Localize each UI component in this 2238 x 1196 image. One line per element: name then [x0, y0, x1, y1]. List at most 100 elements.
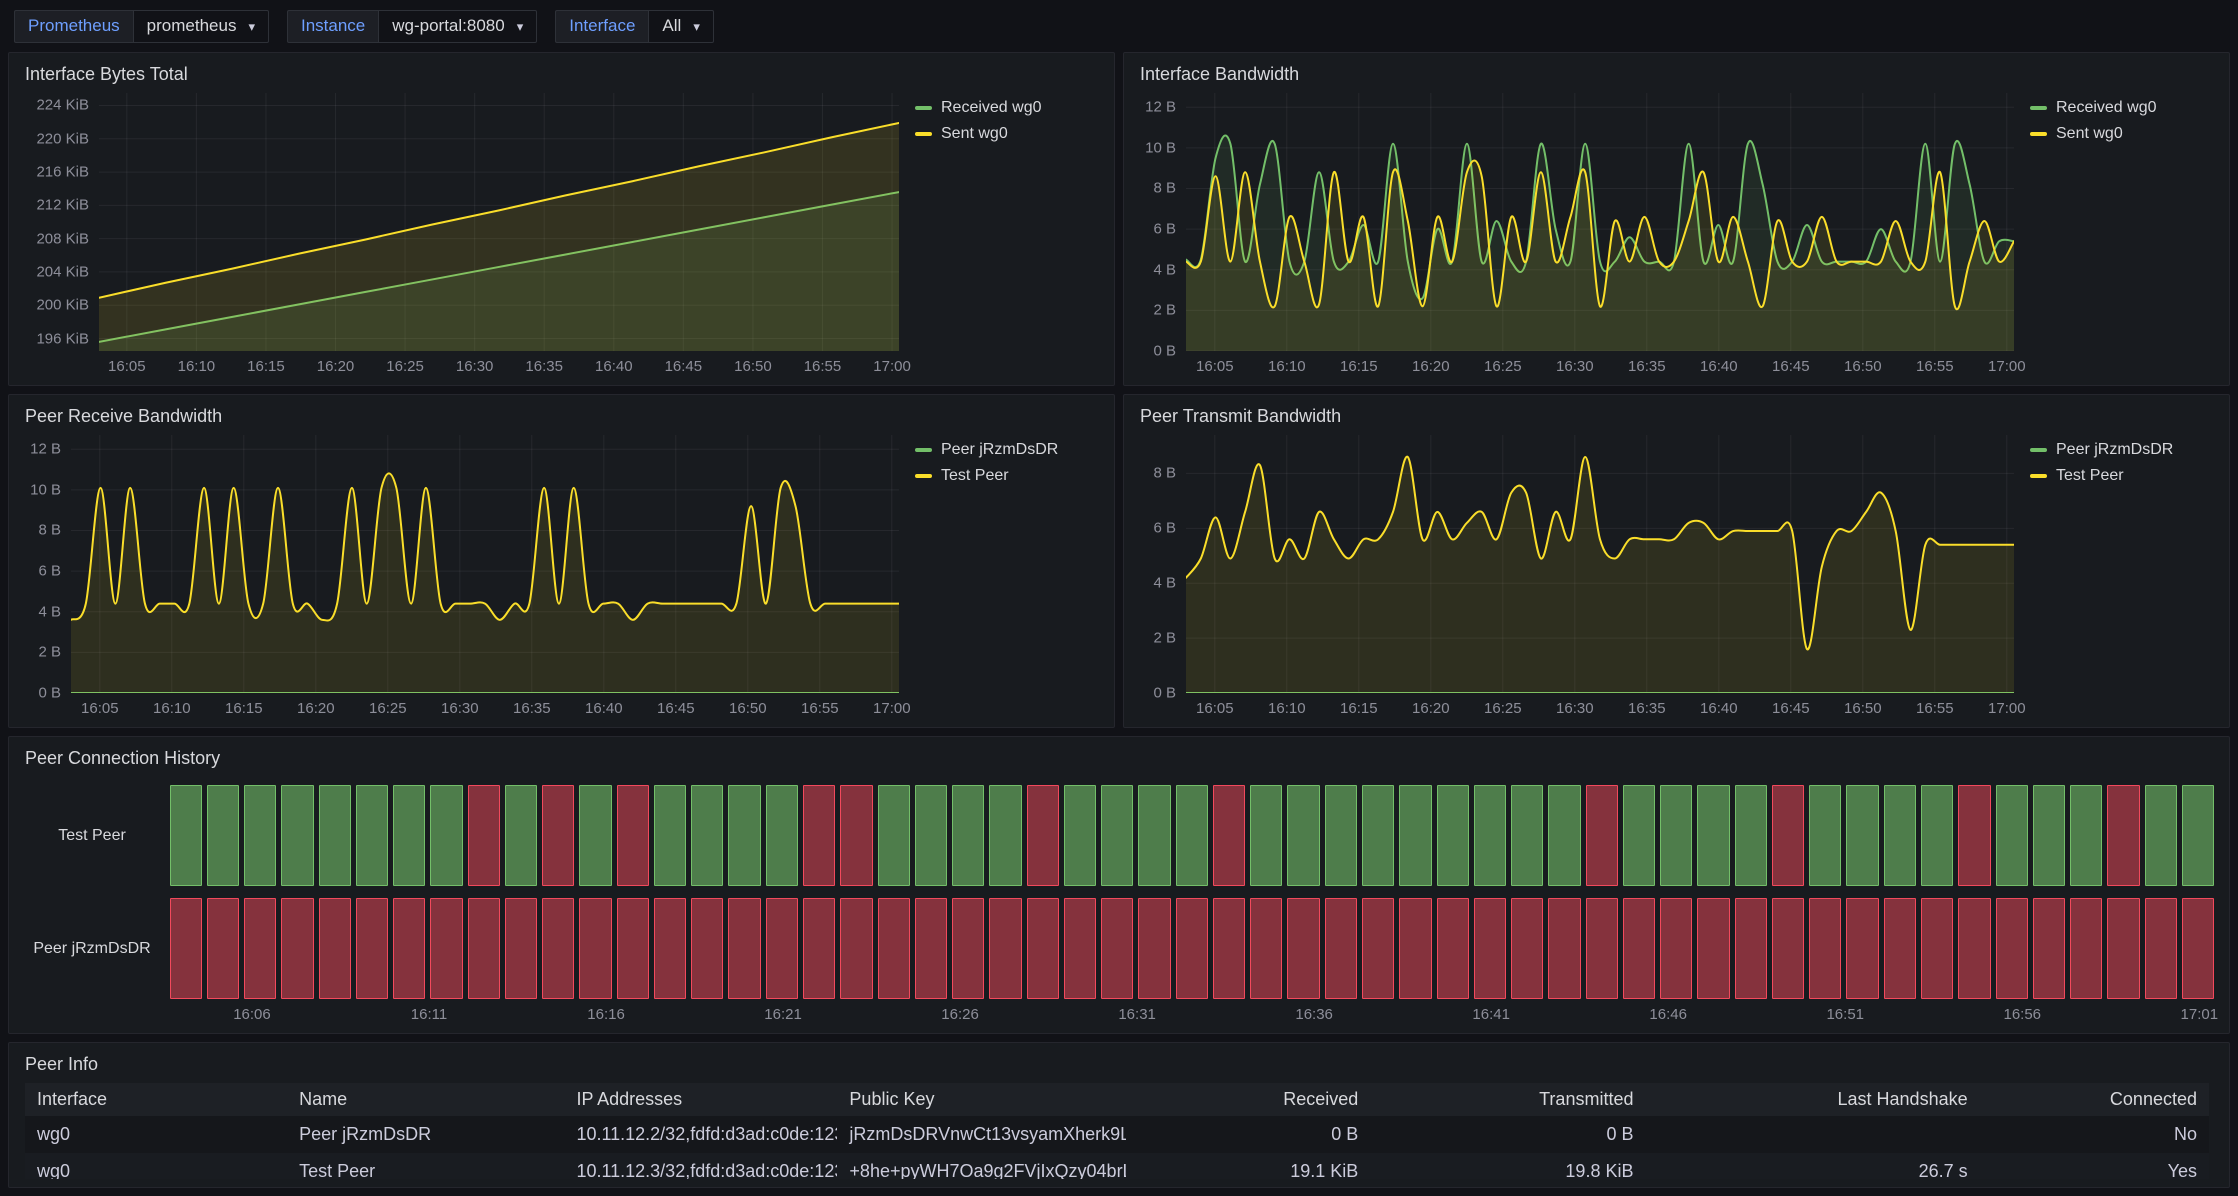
var-select-prometheus[interactable]: prometheus ▾ — [133, 10, 269, 43]
state-bar-connected — [393, 785, 425, 886]
state-bar-disconnected — [840, 785, 872, 886]
x-tick-label: 16:50 — [729, 700, 767, 717]
table-row: wg0Test Peer10.11.12.3/32,fdfd:d3ad:c0de… — [25, 1153, 2209, 1179]
column-header[interactable]: Public Key — [837, 1083, 1125, 1116]
x-tick-label: 16:15 — [225, 700, 263, 717]
x-tick-label: 16:31 — [1118, 1006, 1156, 1023]
series-area — [71, 473, 899, 693]
state-bar-disconnected — [505, 898, 537, 999]
x-axis: 16:0516:1016:1516:2016:2516:3016:3516:40… — [71, 693, 899, 719]
state-bar-connected — [1399, 785, 1431, 886]
state-bar-connected — [766, 785, 798, 886]
timeline-row: Test Peer — [17, 785, 2217, 886]
state-bar-disconnected — [207, 898, 239, 999]
var-select-instance[interactable]: wg-portal:8080 ▾ — [378, 10, 537, 43]
chevron-down-icon: ▾ — [248, 20, 255, 33]
series-area — [99, 123, 899, 351]
column-header[interactable]: Name — [287, 1083, 564, 1116]
chart-plot-wrap: 8 B6 B4 B2 B0 B — [1132, 435, 2014, 693]
x-axis: 16:0516:1016:1516:2016:2516:3016:3516:40… — [1186, 693, 2014, 719]
state-bar-disconnected — [1921, 898, 1953, 999]
panel-title[interactable]: Peer Transmit Bandwidth — [1124, 395, 2229, 433]
legend-item[interactable]: Sent wg0 — [2030, 123, 2123, 145]
state-bar-connected — [281, 785, 313, 886]
state-bar-disconnected — [244, 898, 276, 999]
chart-legend: Peer jRzmDsDR Test Peer — [2014, 435, 2217, 719]
x-tick-label: 16:05 — [81, 700, 119, 717]
state-bar-disconnected — [1213, 785, 1245, 886]
legend-item[interactable]: Sent wg0 — [915, 123, 1008, 145]
legend-item[interactable]: Test Peer — [915, 465, 1009, 487]
table-cell: 0 B — [1370, 1116, 1645, 1153]
x-axis: 16:0516:1016:1516:2016:2516:3016:3516:40… — [1186, 351, 2014, 377]
state-bar-disconnected — [1474, 898, 1506, 999]
y-tick-label: 220 KiB — [36, 130, 89, 147]
var-label-instance: Instance — [287, 10, 378, 43]
timeline-body: Test PeerPeer jRzmDsDR16:0616:1116:1616:… — [17, 777, 2217, 1025]
var-group-prometheus: Prometheus prometheus ▾ — [14, 10, 269, 43]
legend-item[interactable]: Received wg0 — [915, 97, 1042, 119]
state-bar-disconnected — [1325, 898, 1357, 999]
y-tick-label: 2 B — [1153, 302, 1176, 319]
chevron-down-icon: ▾ — [517, 20, 524, 33]
grafana-dashboard: Prometheus prometheus ▾ Instance wg-port… — [0, 0, 2238, 1196]
legend-series-marker — [2030, 448, 2047, 452]
var-value-text: prometheus — [147, 16, 237, 36]
column-header[interactable]: Received — [1126, 1083, 1371, 1116]
x-tick-label: 16:26 — [941, 1006, 979, 1023]
y-axis: 12 B10 B8 B6 B4 B2 B0 B — [17, 435, 71, 693]
legend-item[interactable]: Peer jRzmDsDR — [2030, 439, 2173, 461]
state-bar-disconnected — [2107, 898, 2139, 999]
state-bar-connected — [1325, 785, 1357, 886]
state-bar-connected — [952, 785, 984, 886]
panel-title[interactable]: Peer Connection History — [9, 737, 2229, 775]
state-bar-connected — [1362, 785, 1394, 886]
state-bar-disconnected — [1772, 785, 1804, 886]
state-bar-connected — [878, 785, 910, 886]
state-bar-connected — [579, 785, 611, 886]
timeline-rows: Test Peer Peer jRzmDsDR — [17, 777, 2217, 999]
x-tick-label: 17:01 — [2181, 1006, 2219, 1023]
column-header[interactable]: Last Handshake — [1645, 1083, 1979, 1116]
legend-series-marker — [2030, 132, 2047, 136]
state-bar-connected — [2182, 785, 2214, 886]
state-bar-connected — [170, 785, 202, 886]
legend-item[interactable]: Received wg0 — [2030, 97, 2157, 119]
x-tick-label: 16:51 — [1826, 1006, 1864, 1023]
state-bar-disconnected — [1623, 898, 1655, 999]
state-bar-connected — [989, 785, 1021, 886]
panel-title[interactable]: Peer Receive Bandwidth — [9, 395, 1114, 433]
chart-canvas — [71, 435, 899, 693]
y-tick-label: 204 KiB — [36, 263, 89, 280]
panel-peer-transmit-bandwidth: Peer Transmit Bandwidth 8 B6 B4 B2 B0 B1… — [1123, 394, 2230, 728]
state-bar-disconnected — [1362, 898, 1394, 999]
y-tick-label: 212 KiB — [36, 197, 89, 214]
state-bar-connected — [2145, 785, 2177, 886]
y-tick-label: 10 B — [30, 481, 61, 498]
legend-item[interactable]: Test Peer — [2030, 465, 2124, 487]
peer-info-table: InterfaceNameIP AddressesPublic KeyRecei… — [9, 1081, 2229, 1187]
panel-title[interactable]: Interface Bandwidth — [1124, 53, 2229, 91]
state-bar-disconnected — [430, 898, 462, 999]
panel-title[interactable]: Peer Info — [9, 1043, 2229, 1081]
column-header[interactable]: IP Addresses — [564, 1083, 837, 1116]
panel-title[interactable]: Interface Bytes Total — [9, 53, 1114, 91]
x-tick-label: 16:50 — [1844, 700, 1882, 717]
var-value-text: wg-portal:8080 — [392, 16, 504, 36]
state-bar-disconnected — [1660, 898, 1692, 999]
plot-area — [1186, 435, 2014, 693]
table-cell: 26.7 s — [1645, 1153, 1979, 1179]
column-header[interactable]: Transmitted — [1370, 1083, 1645, 1116]
state-bar-connected — [356, 785, 388, 886]
chart-main: 224 KiB220 KiB216 KiB212 KiB208 KiB204 K… — [17, 93, 899, 377]
column-header[interactable]: Connected — [1980, 1083, 2209, 1116]
var-select-interface[interactable]: All ▾ — [648, 10, 713, 43]
legend-item[interactable]: Peer jRzmDsDR — [915, 439, 1058, 461]
state-bar-disconnected — [1250, 898, 1282, 999]
table-cell: 10.11.12.3/32,fdfd:d3ad:c0de:1234::2/128 — [564, 1153, 837, 1179]
state-bar-connected — [1176, 785, 1208, 886]
table-cell: +8he+pyWH7Oa9g2FVjIxQzy04brLX+D — [837, 1153, 1125, 1179]
x-tick-label: 16:40 — [595, 358, 633, 375]
column-header[interactable]: Interface — [25, 1083, 287, 1116]
timeline-row-label: Peer jRzmDsDR — [17, 898, 167, 999]
